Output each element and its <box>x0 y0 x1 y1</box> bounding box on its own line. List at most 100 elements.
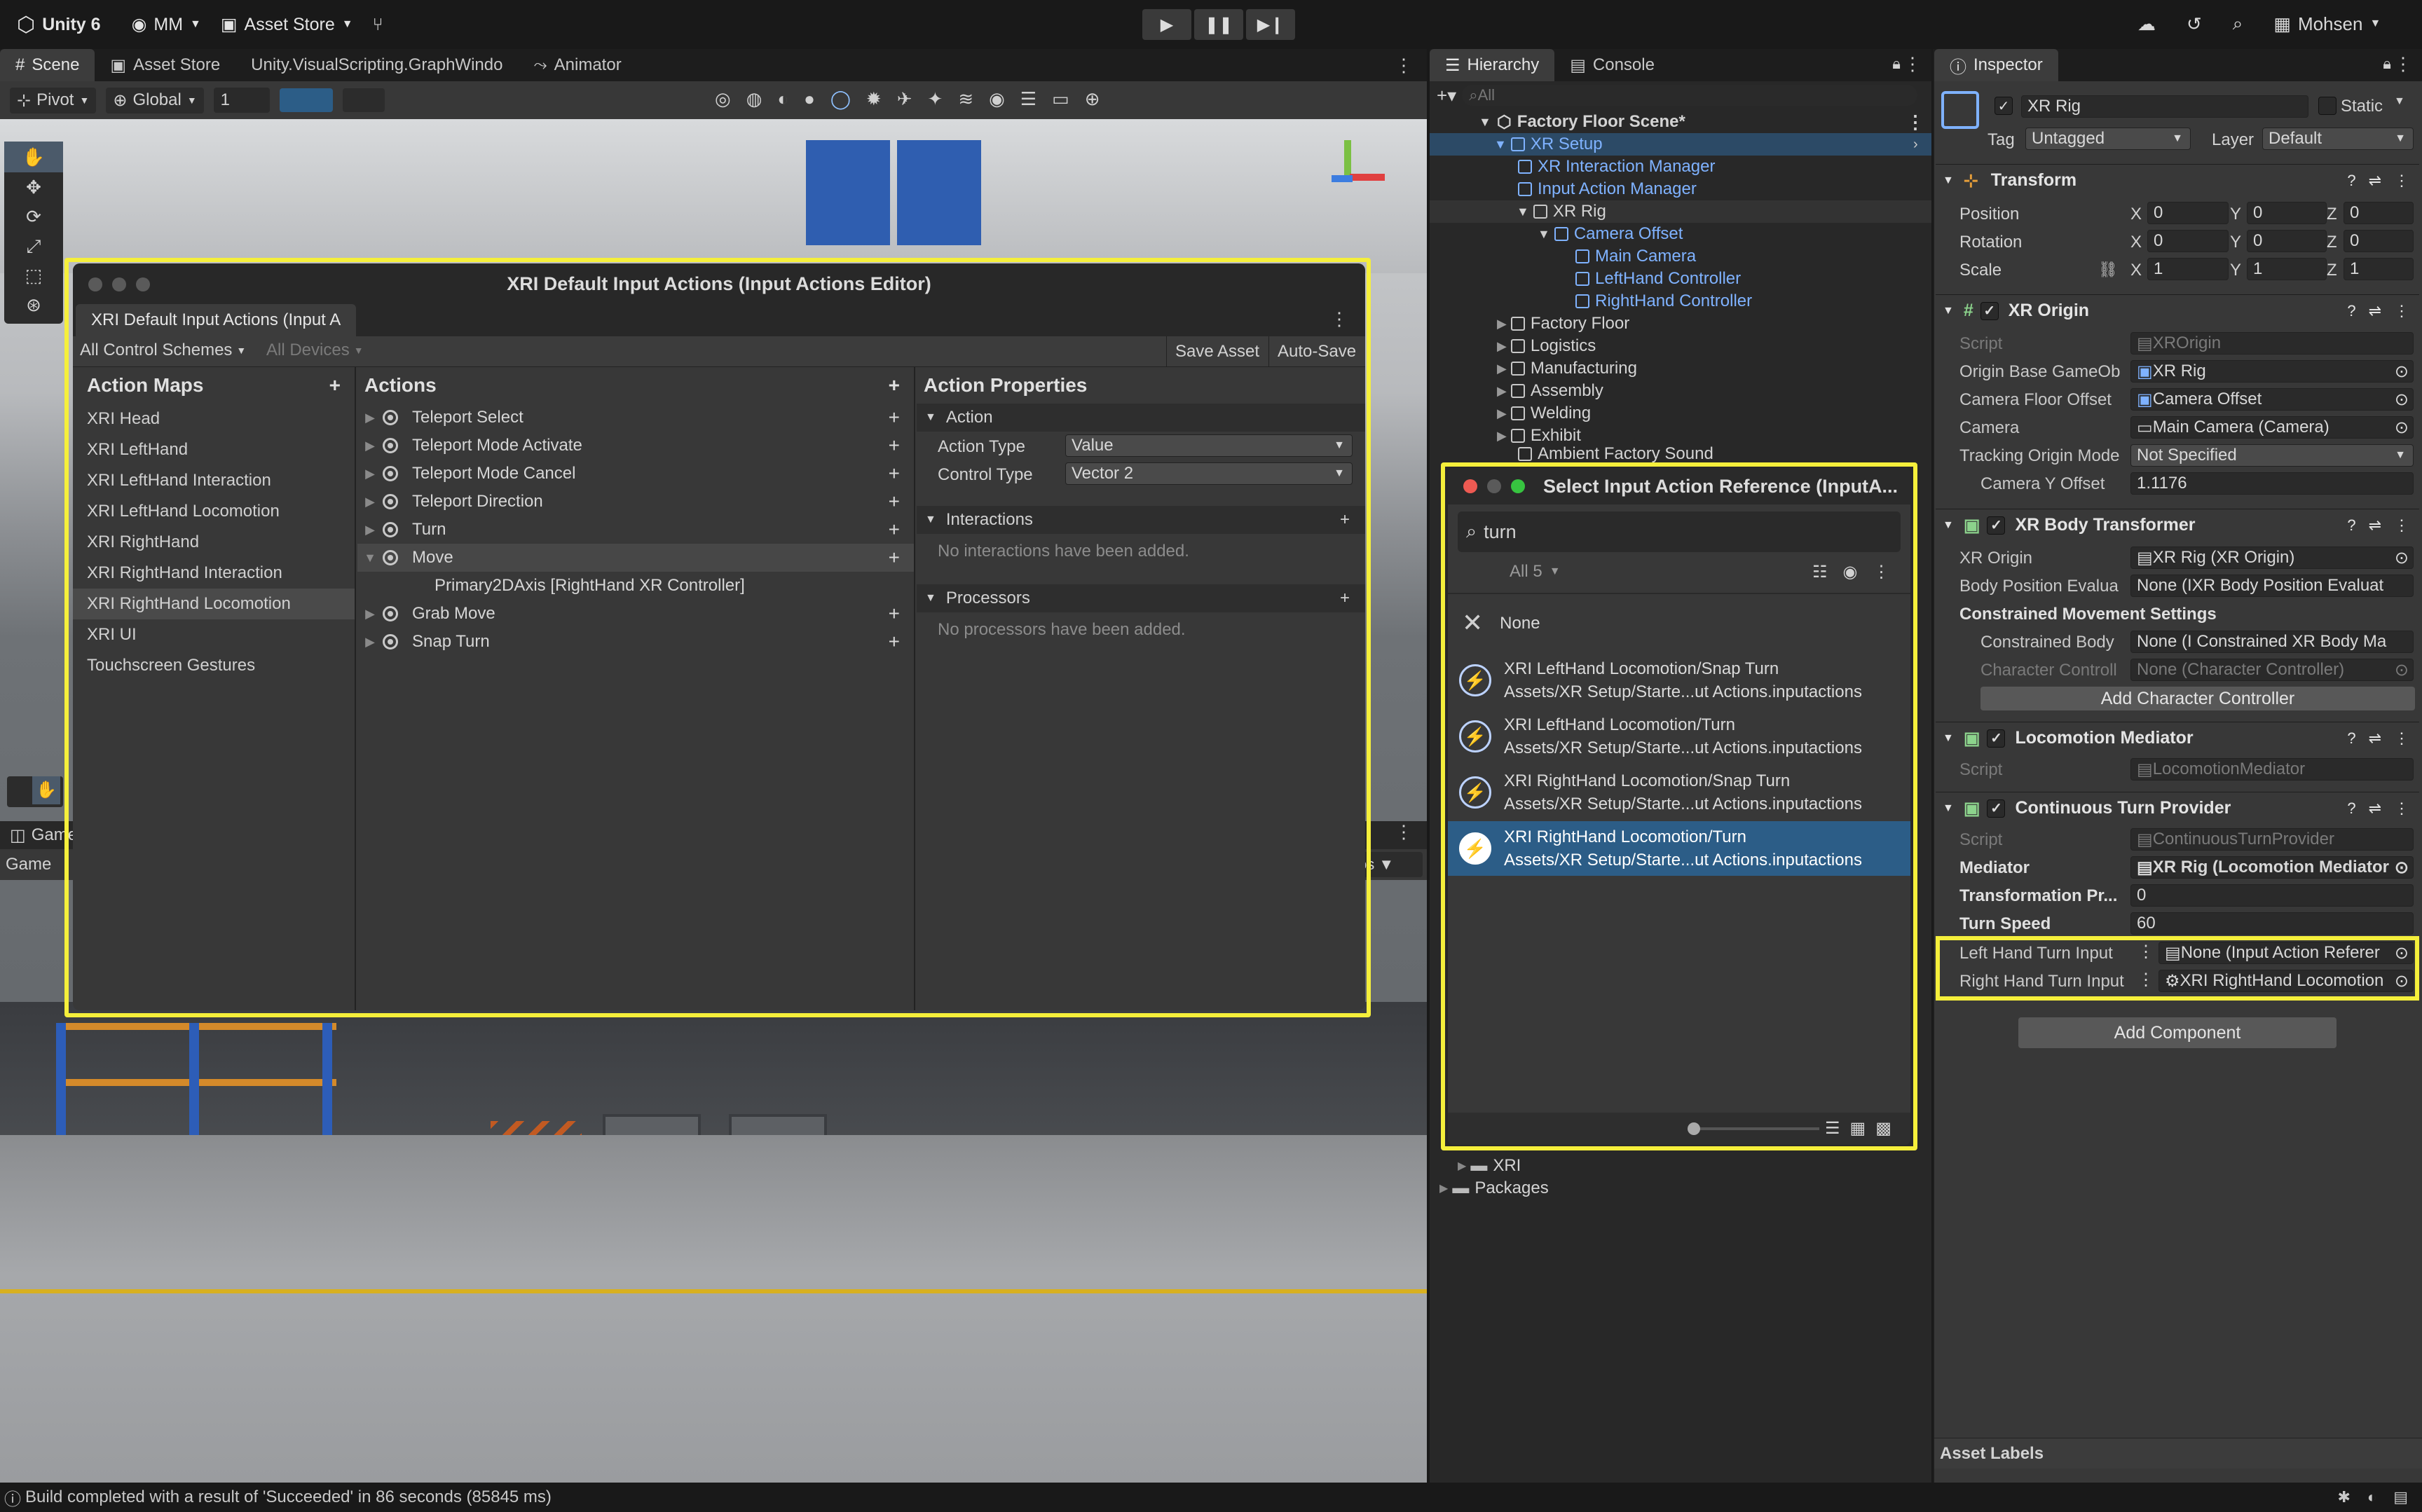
turn-speed-field[interactable]: 60 <box>2130 912 2414 935</box>
collapse-arrow-icon[interactable]: ▼ <box>1479 115 1491 130</box>
grid-size-field[interactable]: 1 <box>213 88 270 113</box>
hierarchy-item[interactable]: Input Action Manager <box>1518 178 1697 200</box>
expand-arrow-icon[interactable]: ▶ <box>1458 1159 1466 1173</box>
object-picker-icon[interactable]: ⊙ <box>2394 970 2409 991</box>
rotation-z-field[interactable]: 0 <box>2344 230 2414 252</box>
locomotion-mediator-header[interactable]: ▼ ▣ ✓ Locomotion Mediator? ⇌ ⋮ <box>1936 722 2419 754</box>
shading-shaded-icon[interactable]: ◐ <box>777 88 788 110</box>
right-turn-input-field[interactable]: ⚙ XRI RightHand Locomotion ⊙ <box>2158 970 2414 992</box>
add-character-controller-button[interactable]: Add Character Controller <box>1980 687 2415 710</box>
interactions-section-header[interactable]: ▼ Interactions + <box>917 506 1365 534</box>
add-binding-button[interactable]: + <box>889 547 900 569</box>
scale-x-field[interactable]: 1 <box>2147 258 2229 280</box>
more-options-icon[interactable]: ⋮ <box>1906 111 1924 133</box>
collapse-arrow-icon[interactable]: ▼ <box>1494 137 1507 152</box>
maximize-button[interactable] <box>136 277 150 291</box>
mediator-field[interactable]: ▤ XR Rig (Locomotion Mediator ⊙ <box>2130 856 2414 879</box>
scene-gizmo[interactable] <box>1311 133 1402 224</box>
add-component-button[interactable]: Add Component <box>2018 1017 2337 1048</box>
help-icon[interactable]: ? <box>2347 302 2355 320</box>
component-enabled-checkbox[interactable]: ✓ <box>1987 516 2006 535</box>
shading-lit-icon[interactable]: ◯ <box>830 88 851 110</box>
tab-scene[interactable]: # Scene <box>0 49 95 81</box>
camera-floor-field[interactable]: ▣ Camera Offset ⊙ <box>2130 388 2414 411</box>
scene-hand-overlay[interactable]: ✋ <box>7 776 63 807</box>
add-action-button[interactable]: + <box>889 374 900 397</box>
expand-arrow-icon[interactable]: ▶ <box>357 635 383 650</box>
play-button[interactable]: ▶ <box>1142 9 1191 40</box>
action-section-header[interactable]: ▼ Action <box>917 404 1365 432</box>
more-options-icon[interactable]: ⋮ <box>2394 172 2409 190</box>
scale-y-field[interactable]: 1 <box>2247 258 2327 280</box>
maximize-button[interactable] <box>1511 479 1525 493</box>
object-name-field[interactable]: XR Rig <box>2021 95 2308 118</box>
expand-arrow-icon[interactable]: ▶ <box>357 495 383 509</box>
left-turn-input-field[interactable]: ▤ None (Input Action Referer ⊙ <box>2158 942 2414 964</box>
body-transformer-header[interactable]: ▼ ▣ ✓ XR Body Transformer? ⇌ ⋮ <box>1936 509 2419 541</box>
fx-icon[interactable]: ✦ <box>928 88 943 110</box>
transform-header[interactable]: ▼ ⊹ Transform? ⇌ ⋮ <box>1936 164 2419 196</box>
filter-dropdown[interactable]: All 5 ▼ <box>1510 562 1561 582</box>
hierarchy-item[interactable]: ▼ XR Rig <box>1430 200 1931 223</box>
save-asset-button[interactable]: Save Asset <box>1166 336 1268 367</box>
hand-tool-icon[interactable]: ✋ <box>32 776 60 804</box>
component-enabled-checkbox[interactable]: ✓ <box>1987 799 2006 818</box>
project-folder-item[interactable]: ▶ ▬ XRI <box>1458 1155 1521 1177</box>
help-icon[interactable]: ? <box>2347 172 2355 190</box>
scale-z-field[interactable]: 1 <box>2344 258 2414 280</box>
tab-hierarchy[interactable]: ☰ Hierarchy <box>1430 49 1555 81</box>
stack-icon[interactable]: ☰ <box>1020 88 1036 110</box>
more-options-icon[interactable]: ⋮ <box>1330 308 1348 330</box>
expand-arrow-icon[interactable]: ▶ <box>357 411 383 425</box>
selector-result-item[interactable]: ⚡ XRI LeftHand Locomotion/Turn Assets/XR S… <box>1448 709 1910 764</box>
rotation-x-field[interactable]: 0 <box>2147 230 2229 252</box>
action-map-item[interactable]: XRI LeftHand <box>73 434 355 465</box>
project-folder-item[interactable]: ▶ ▬ Packages <box>1439 1177 1549 1200</box>
close-button[interactable] <box>1463 479 1477 493</box>
hierarchy-item[interactable]: Main Camera <box>1575 245 1696 268</box>
hierarchy-item[interactable]: ▼ Camera Offset <box>1538 223 1683 245</box>
action-item[interactable]: ▶ Grab Move + <box>357 600 914 628</box>
action-item[interactable]: ▶ Teleport Mode Activate + <box>357 432 914 460</box>
collapse-arrow-icon[interactable]: ▼ <box>1517 205 1529 219</box>
expand-arrow-icon[interactable]: ▶ <box>1497 317 1507 331</box>
object-picker-icon[interactable]: ⊙ <box>2394 942 2409 963</box>
preset-icon[interactable]: ⇌ <box>2369 172 2381 190</box>
gizmo-tool-icon[interactable]: ◎ <box>715 88 731 110</box>
action-map-item[interactable]: XRI LeftHand Locomotion <box>73 496 355 527</box>
expand-arrow-icon[interactable]: ▶ <box>357 607 383 621</box>
global-dropdown[interactable]: ⊕ Global ▼ <box>106 87 204 114</box>
hierarchy-item[interactable]: ▶ Welding <box>1497 402 1591 425</box>
help-icon[interactable]: ? <box>2347 729 2355 748</box>
tab-visual-scripting[interactable]: Unity.VisualScripting.GraphWindo <box>235 49 518 81</box>
action-map-item[interactable]: XRI UI <box>73 619 355 650</box>
collapse-arrow-icon[interactable]: ▼ <box>357 551 383 565</box>
transformation-field[interactable]: 0 <box>2130 884 2414 907</box>
more-options-icon[interactable]: ⋮ <box>2394 799 2409 818</box>
xr-origin-header[interactable]: ▼ # ✓ XR Origin? ⇌ ⋮ <box>1936 294 2419 327</box>
tab-inspector[interactable]: ⓘ Inspector <box>1934 49 2058 81</box>
preset-icon[interactable]: ⇌ <box>2369 729 2381 748</box>
lock-icon[interactable]: 🔒︎ <box>2383 55 2391 73</box>
more-options-icon[interactable]: ⋮ <box>2394 516 2409 535</box>
more-options-icon[interactable]: ⋮ <box>1873 562 1889 582</box>
add-processor-button[interactable]: + <box>1340 589 1350 608</box>
audio-icon[interactable]: ✈ <box>897 88 912 110</box>
hand-tool-icon[interactable]: ✋ <box>4 142 63 172</box>
property-menu-icon[interactable]: ⋮ <box>2137 970 2154 990</box>
more-options-icon[interactable]: ⋮ <box>1903 53 1922 75</box>
layer-dropdown[interactable]: Default ▼ <box>2262 128 2414 150</box>
bt-origin-field[interactable]: ▤ XR Rig (XR Origin) ⊙ <box>2130 547 2414 569</box>
hierarchy-item[interactable]: ▶ Logistics <box>1497 335 1596 357</box>
add-object-button[interactable]: +▾ <box>1437 85 1456 106</box>
hierarchy-item[interactable]: XR Interaction Manager <box>1518 156 1715 178</box>
hierarchy-item-selected[interactable]: ▼ XR Setup › <box>1430 133 1931 156</box>
control-schemes-dropdown[interactable]: All Control Schemes ▼ <box>80 341 246 360</box>
bug-icon[interactable]: ✱ <box>2337 1488 2350 1506</box>
action-map-item[interactable]: XRI RightHand <box>73 527 355 558</box>
action-item[interactable]: ▶ Teleport Mode Cancel + <box>357 460 914 488</box>
action-item[interactable]: ▶ Snap Turn + <box>357 628 914 656</box>
position-z-field[interactable]: 0 <box>2344 202 2414 224</box>
rect-tool-icon[interactable]: ⬚ <box>4 261 63 290</box>
add-binding-button[interactable]: + <box>889 462 900 485</box>
